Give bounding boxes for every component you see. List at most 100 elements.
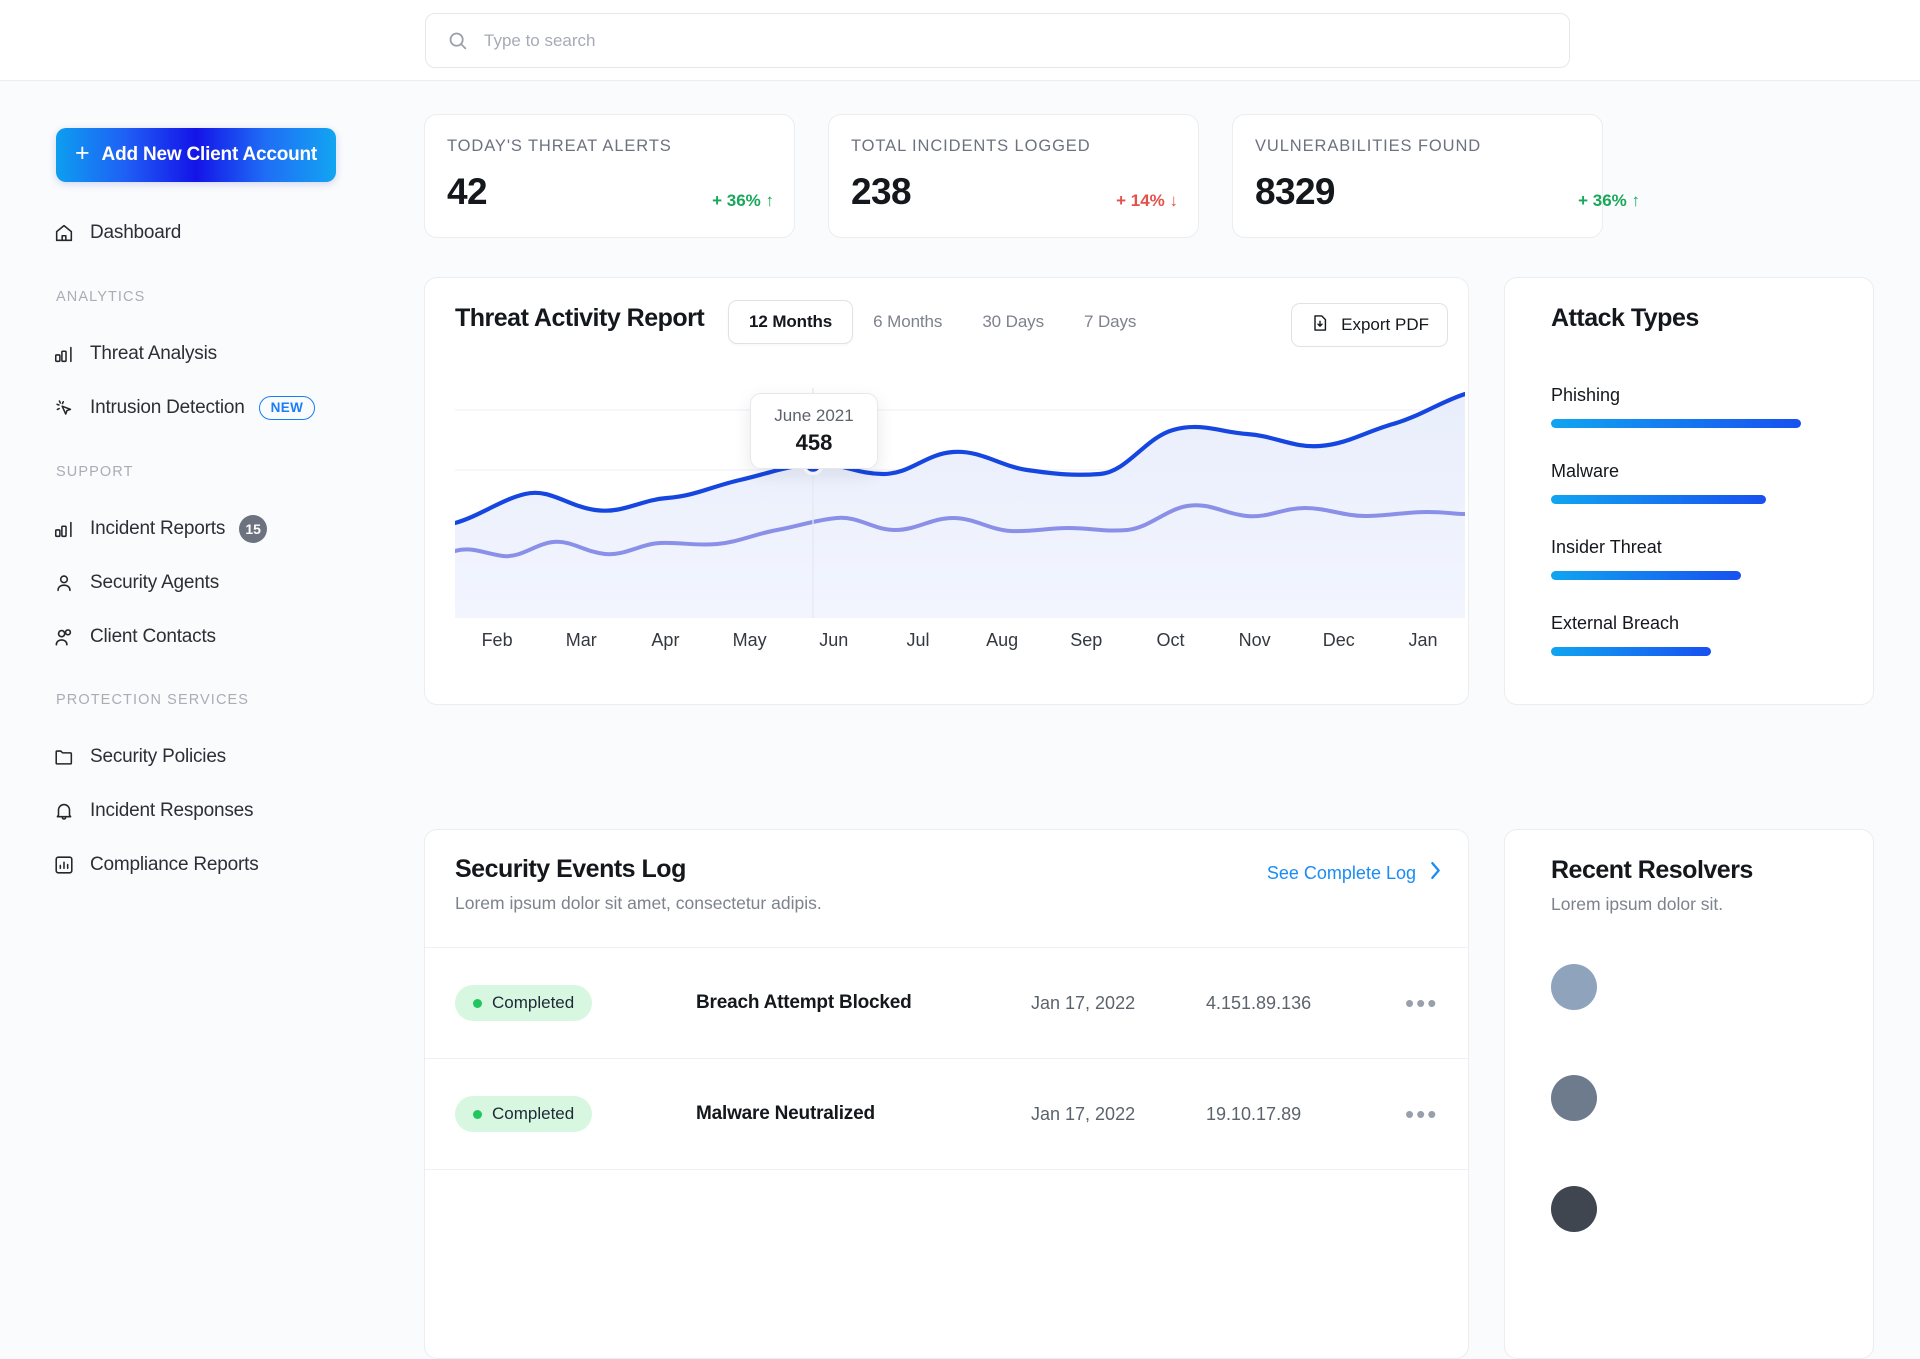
chart-tooltip: June 2021 458 — [750, 393, 878, 469]
x-tick: Nov — [1238, 630, 1271, 650]
attack-types-card: Attack Types Phishing Malware Insider Th… — [1504, 277, 1874, 705]
sidebar-item-security-agents[interactable]: Security Agents — [52, 563, 382, 603]
status-badge: Completed — [455, 1096, 593, 1132]
x-tick: Jun — [819, 630, 849, 650]
event-name: Breach Attempt Blocked — [696, 992, 912, 1013]
threat-activity-report-card: Threat Activity Report 12 Months 6 Month… — [424, 277, 1469, 705]
attack-type-item: Malware — [1551, 461, 1881, 504]
event-name: Malware Neutralized — [696, 1103, 875, 1124]
sidebar-item-incident-reports[interactable]: Incident Reports 15 — [52, 509, 382, 549]
x-tick: May — [732, 630, 767, 650]
add-new-client-account-button[interactable]: + Add New Client Account — [56, 128, 336, 182]
bell-icon — [52, 799, 76, 823]
security-events-log-subtitle: Lorem ipsum dolor sit amet, consectetur … — [455, 893, 822, 913]
page-body: + Add New Client Account Dashboard ANALY… — [0, 81, 1920, 1359]
sidebar-item-client-contacts[interactable]: Client Contacts — [52, 617, 382, 657]
event-date: Jan 17, 2022 — [1031, 992, 1136, 1013]
sidebar-group-support: SUPPORT — [56, 464, 134, 480]
attack-type-item: External Breach — [1551, 613, 1881, 656]
sidebar-item-dashboard-label: Dashboard — [90, 222, 182, 243]
sidebar-group-analytics: ANALYTICS — [56, 289, 146, 305]
status-badge-label: Completed — [492, 993, 575, 1012]
sidebar-item-compliance-reports[interactable]: Compliance Reports — [52, 845, 382, 885]
sidebar-item-incident-responses-label: Incident Responses — [90, 800, 254, 821]
x-tick: Dec — [1322, 630, 1355, 650]
search-bar[interactable] — [425, 13, 1570, 68]
sidebar-item-threat-analysis-label: Threat Analysis — [90, 343, 217, 364]
x-tick: Jul — [906, 630, 930, 650]
avatar — [1551, 964, 1597, 1010]
range-tab-7-days[interactable]: 7 Days — [1064, 301, 1156, 343]
x-tick: Apr — [651, 630, 680, 650]
export-pdf-label: Export PDF — [1341, 315, 1429, 334]
recent-resolvers-title: Recent Resolvers — [1551, 856, 1753, 884]
recent-resolvers-card: Recent Resolvers Lorem ipsum dolor sit. — [1504, 829, 1874, 1359]
sidebar-item-security-policies[interactable]: Security Policies — [52, 737, 382, 777]
range-tab-12-months[interactable]: 12 Months — [728, 300, 854, 344]
attack-types-title: Attack Types — [1551, 304, 1699, 332]
sidebar-item-security-agents-label: Security Agents — [90, 572, 220, 593]
sidebar-item-incident-responses[interactable]: Incident Responses — [52, 791, 382, 831]
chevron-right-icon — [1429, 861, 1442, 885]
event-ip: 4.151.89.136 — [1206, 992, 1312, 1013]
table-row[interactable] — [425, 1169, 1468, 1280]
range-tab-6-months[interactable]: 6 Months — [853, 301, 962, 343]
sidebar-group-protection-services: PROTECTION SERVICES — [56, 692, 250, 708]
sidebar-item-intrusion-detection[interactable]: Intrusion Detection NEW — [52, 388, 382, 428]
attack-type-label: Insider Threat — [1551, 537, 1662, 557]
x-tick: Jan — [1408, 630, 1438, 650]
bar-chart-icon — [52, 342, 76, 366]
attack-type-item: Insider Threat — [1551, 537, 1881, 580]
top-bar — [0, 0, 1920, 81]
attack-type-bar — [1551, 495, 1766, 504]
x-tick: Aug — [986, 630, 1019, 650]
see-complete-log-label: See Complete Log — [1266, 862, 1416, 883]
chart-tooltip-value: 458 — [795, 430, 833, 455]
kpi-card-todays-threat-alerts: TODAY'S THREAT ALERTS 42 + 36% ↑ — [424, 114, 795, 238]
sidebar-item-client-contacts-label: Client Contacts — [90, 626, 216, 647]
export-pdf-button[interactable]: Export PDF — [1291, 303, 1448, 347]
attack-type-item: Phishing — [1551, 385, 1881, 428]
user-icon — [52, 571, 76, 595]
event-date: Jan 17, 2022 — [1031, 1103, 1136, 1124]
search-input[interactable] — [484, 30, 1384, 51]
sidebar-item-compliance-reports-label: Compliance Reports — [90, 854, 259, 875]
row-more-actions-button[interactable]: ••• — [1405, 1101, 1438, 1127]
status-dot-icon — [473, 998, 482, 1008]
search-icon — [447, 30, 468, 51]
attack-type-label: Phishing — [1551, 385, 1621, 405]
kpi-delta: + 36% ↑ — [1578, 191, 1640, 210]
home-icon — [52, 221, 76, 245]
kpi-value: 8329 — [1255, 171, 1336, 212]
avatar — [1551, 1186, 1597, 1232]
security-events-log-card: Security Events Log Lorem ipsum dolor si… — [424, 829, 1469, 1359]
attack-type-bar — [1551, 419, 1801, 428]
kpi-value: 238 — [851, 171, 912, 212]
bar-chart-icon — [52, 517, 76, 541]
sidebar-item-security-policies-label: Security Policies — [90, 746, 226, 767]
file-download-icon — [1310, 313, 1330, 338]
plus-icon: + — [74, 139, 90, 167]
kpi-delta: + 36% ↑ — [712, 191, 774, 210]
sidebar-item-dashboard[interactable]: Dashboard — [52, 213, 382, 253]
attack-type-label: Malware — [1551, 461, 1620, 481]
range-tab-30-days[interactable]: 30 Days — [962, 301, 1064, 343]
folder-icon — [52, 745, 76, 769]
row-more-actions-button[interactable]: ••• — [1405, 990, 1438, 1016]
sidebar-item-incident-reports-label: Incident Reports — [90, 518, 226, 539]
recent-resolvers-subtitle: Lorem ipsum dolor sit. — [1551, 894, 1724, 914]
event-ip: 19.10.17.89 — [1206, 1103, 1302, 1124]
sidebar-item-threat-analysis[interactable]: Threat Analysis — [52, 334, 382, 374]
see-complete-log-link[interactable]: See Complete Log — [1267, 861, 1442, 885]
attack-type-bar — [1551, 647, 1711, 656]
chart-x-axis: Feb Mar Apr May Jun Jul Aug Sep Oct Nov … — [455, 630, 1465, 651]
table-row[interactable]: Completed Malware Neutralized Jan 17, 20… — [425, 1058, 1468, 1169]
kpi-delta: + 14% ↓ — [1116, 191, 1178, 210]
kpi-label: TODAY'S THREAT ALERTS — [447, 137, 672, 155]
avatar — [1551, 1075, 1597, 1121]
kpi-label: VULNERABILITIES FOUND — [1255, 137, 1482, 155]
attack-type-bar — [1551, 571, 1741, 580]
table-row[interactable]: Completed Breach Attempt Blocked Jan 17,… — [425, 947, 1468, 1058]
users-icon — [52, 625, 76, 649]
kpi-card-vulnerabilities-found: VULNERABILITIES FOUND 8329 + 36% ↑ — [1232, 114, 1640, 238]
